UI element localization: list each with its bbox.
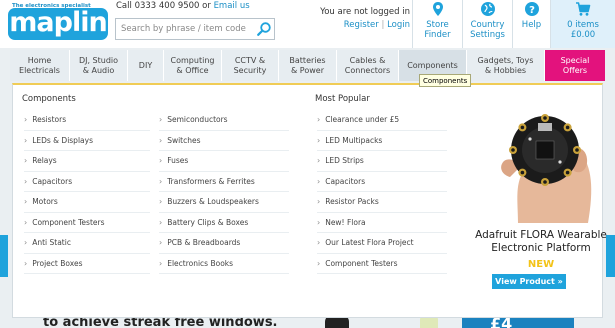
basket-label: 0 items £0.00 (551, 20, 615, 40)
chevron-right-icon: › (317, 238, 321, 247)
chevron-right-icon: › (317, 217, 321, 227)
new-badge: NEW (527, 259, 555, 270)
basket-total: £0.00 (570, 30, 596, 40)
menu-link-transformers-ferrites[interactable]: › Transformers & Ferrites (159, 172, 289, 192)
chevron-right-icon: › (159, 115, 163, 124)
popular-link-led-multipacks[interactable]: › LED Multipacks (317, 131, 447, 151)
country-settings-label: Country Settings (470, 20, 505, 40)
menu-link-motors[interactable]: › Motors (24, 192, 150, 213)
login-status: You are not logged in (320, 7, 410, 17)
promo-title[interactable]: Adafruit FLORA Wearable Electronic Platf… (462, 229, 615, 255)
nav-dj-studio-audio[interactable]: DJ, Studio & Audio (70, 50, 128, 81)
search-input[interactable] (116, 19, 252, 39)
components-mega-menu: Components Most Popular › Resistors › LEDs… (12, 83, 607, 318)
menu-link-semiconductors[interactable]: › Semiconductors (159, 110, 289, 131)
svg-text:?: ? (529, 5, 535, 16)
popular-link-latest-flora-project[interactable]: › Our Latest Flora Project (317, 233, 447, 254)
menu-link-relays[interactable]: › Relays (24, 151, 150, 172)
nav-home-electricals[interactable]: Home Electricals (10, 50, 70, 81)
chevron-right-icon: › (24, 156, 28, 165)
chevron-right-icon: › (317, 115, 321, 124)
components-tooltip: Components (419, 74, 472, 87)
chevron-right-icon: › (24, 115, 28, 124)
store-finder-label: Store Finder (424, 20, 451, 40)
menu-link-fuses[interactable]: › Fuses (159, 151, 289, 172)
menu-link-capacitors[interactable]: › Capacitors (24, 172, 150, 192)
nav-special-offers[interactable]: Special Offers (545, 50, 605, 81)
help-button[interactable]: ? Help (512, 0, 550, 48)
country-settings-button[interactable]: Country Settings (462, 0, 512, 48)
nav-gadgets-toys-hobbies[interactable]: Gadgets, Toys & Hobbies (467, 50, 545, 81)
store-finder-button[interactable]: Store Finder (412, 0, 462, 48)
background-banner-left (0, 235, 8, 277)
help-label: Help (521, 20, 542, 30)
nav-diy[interactable]: DIY (128, 50, 164, 81)
link-separator: | (381, 20, 385, 30)
menu-link-anti-static[interactable]: › Anti Static (24, 233, 150, 254)
phone-text: Call 0333 400 9500 or (116, 1, 211, 11)
menu-link-switches[interactable]: › Switches (159, 131, 289, 151)
chevron-right-icon: › (24, 176, 28, 186)
account-links: Register | Login (320, 20, 410, 30)
main-navigation: Home Electricals DJ, Studio & Audio DIY Co… (10, 50, 605, 81)
most-popular-heading: Most Popular (315, 94, 370, 104)
chevron-right-icon: › (24, 135, 28, 145)
menu-link-battery-clips-boxes[interactable]: › Battery Clips & Boxes (159, 213, 289, 233)
nav-batteries-power[interactable]: Batteries & Power (279, 50, 337, 81)
nav-cables-connectors[interactable]: Cables & Connectors (337, 50, 399, 81)
popular-link-capacitors[interactable]: › Capacitors (317, 172, 447, 192)
globe-icon (480, 2, 495, 16)
popular-link-resistor-packs[interactable]: › Resistor Packs (317, 192, 447, 213)
menu-link-pcb-breadboards[interactable]: › PCB & Breadboards (159, 233, 289, 254)
basket-button[interactable]: 0 items £0.00 (550, 0, 615, 48)
search-box (115, 18, 275, 40)
chevron-right-icon: › (159, 258, 163, 268)
menu-link-electronics-books[interactable]: › Electronics Books (159, 254, 289, 274)
chevron-right-icon: › (24, 258, 28, 268)
chevron-right-icon: › (159, 217, 163, 227)
menu-link-buzzers-loudspeakers[interactable]: › Buzzers & Loudspeakers (159, 192, 289, 213)
basket-items: 0 items (567, 20, 599, 30)
menu-link-project-boxes[interactable]: › Project Boxes (24, 254, 150, 274)
menu-link-component-testers[interactable]: › Component Testers (24, 213, 150, 233)
chevron-right-icon: › (159, 238, 163, 247)
nav-cctv-security[interactable]: CCTV & Security (222, 50, 279, 81)
popular-link-component-testers[interactable]: › Component Testers (317, 254, 447, 274)
chevron-right-icon: › (159, 197, 163, 206)
chevron-right-icon: › (317, 197, 321, 206)
chevron-right-icon: › (317, 176, 321, 186)
chevron-right-icon: › (159, 176, 163, 186)
logo-wordmark: maplin (8, 7, 108, 40)
popular-link-clearance[interactable]: › Clearance under £5 (317, 110, 447, 131)
view-product-button[interactable]: View Product » (492, 274, 566, 289)
chevron-right-icon: › (159, 135, 163, 145)
chevron-right-icon: › (317, 135, 321, 145)
components-heading: Components (22, 94, 76, 104)
email-us-link[interactable]: Email us (214, 1, 250, 11)
chevron-right-icon: › (159, 156, 163, 165)
register-link[interactable]: Register (344, 20, 379, 30)
map-pin-icon (432, 2, 443, 16)
chevron-right-icon: › (24, 217, 28, 227)
question-icon: ? (524, 2, 539, 16)
popular-link-new-flora[interactable]: › New! Flora (317, 213, 447, 233)
basket-icon (576, 2, 591, 16)
flora-product-image[interactable] (488, 105, 598, 223)
search-icon[interactable] (256, 21, 272, 37)
chevron-right-icon: › (24, 197, 28, 206)
menu-link-leds-displays[interactable]: › LEDs & Displays (24, 131, 150, 151)
maplin-logo[interactable]: The electronics specialist maplin (6, 3, 108, 43)
popular-link-led-strips[interactable]: › LED Strips (317, 151, 447, 172)
nav-computing-office[interactable]: Computing & Office (164, 50, 222, 81)
chevron-right-icon: › (317, 258, 321, 268)
contact-line: Call 0333 400 9500 or Email us (116, 1, 250, 11)
login-link[interactable]: Login (387, 20, 410, 30)
chevron-right-icon: › (24, 238, 28, 247)
chevron-right-icon: › (317, 156, 321, 165)
menu-link-resistors[interactable]: › Resistors (24, 110, 150, 131)
site-header: The electronics specialist maplin Call 0… (0, 0, 615, 48)
